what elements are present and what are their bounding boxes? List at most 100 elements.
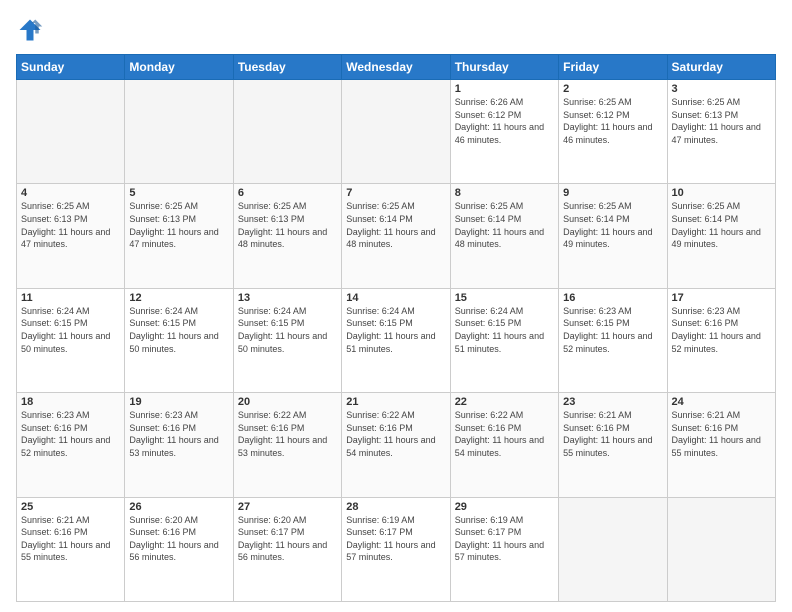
calendar-week-row: 4Sunrise: 6:25 AMSunset: 6:13 PMDaylight… — [17, 184, 776, 288]
calendar-day-header: Saturday — [667, 55, 775, 80]
day-number: 15 — [455, 292, 554, 304]
calendar-cell: 17Sunrise: 6:23 AMSunset: 6:16 PMDayligh… — [667, 288, 775, 392]
calendar-cell: 19Sunrise: 6:23 AMSunset: 6:16 PMDayligh… — [125, 393, 233, 497]
calendar-week-row: 18Sunrise: 6:23 AMSunset: 6:16 PMDayligh… — [17, 393, 776, 497]
calendar-cell — [559, 497, 667, 601]
calendar-cell: 25Sunrise: 6:21 AMSunset: 6:16 PMDayligh… — [17, 497, 125, 601]
calendar-cell: 22Sunrise: 6:22 AMSunset: 6:16 PMDayligh… — [450, 393, 558, 497]
calendar-cell: 2Sunrise: 6:25 AMSunset: 6:12 PMDaylight… — [559, 80, 667, 184]
calendar-cell: 6Sunrise: 6:25 AMSunset: 6:13 PMDaylight… — [233, 184, 341, 288]
day-info: Sunrise: 6:21 AMSunset: 6:16 PMDaylight:… — [21, 514, 120, 564]
day-info: Sunrise: 6:22 AMSunset: 6:16 PMDaylight:… — [346, 409, 445, 459]
calendar-cell — [125, 80, 233, 184]
day-info: Sunrise: 6:23 AMSunset: 6:15 PMDaylight:… — [563, 305, 662, 355]
day-number: 23 — [563, 396, 662, 408]
day-info: Sunrise: 6:23 AMSunset: 6:16 PMDaylight:… — [129, 409, 228, 459]
calendar-cell: 5Sunrise: 6:25 AMSunset: 6:13 PMDaylight… — [125, 184, 233, 288]
calendar-cell: 20Sunrise: 6:22 AMSunset: 6:16 PMDayligh… — [233, 393, 341, 497]
calendar-day-header: Sunday — [17, 55, 125, 80]
calendar-cell: 26Sunrise: 6:20 AMSunset: 6:16 PMDayligh… — [125, 497, 233, 601]
day-info: Sunrise: 6:25 AMSunset: 6:13 PMDaylight:… — [129, 200, 228, 250]
calendar-cell: 24Sunrise: 6:21 AMSunset: 6:16 PMDayligh… — [667, 393, 775, 497]
calendar-day-header: Monday — [125, 55, 233, 80]
logo-icon — [16, 16, 44, 44]
day-number: 24 — [672, 396, 771, 408]
day-info: Sunrise: 6:24 AMSunset: 6:15 PMDaylight:… — [455, 305, 554, 355]
calendar-cell: 21Sunrise: 6:22 AMSunset: 6:16 PMDayligh… — [342, 393, 450, 497]
day-info: Sunrise: 6:24 AMSunset: 6:15 PMDaylight:… — [129, 305, 228, 355]
day-info: Sunrise: 6:25 AMSunset: 6:14 PMDaylight:… — [455, 200, 554, 250]
day-number: 1 — [455, 83, 554, 95]
calendar-cell — [342, 80, 450, 184]
calendar-day-header: Tuesday — [233, 55, 341, 80]
day-number: 12 — [129, 292, 228, 304]
day-number: 11 — [21, 292, 120, 304]
day-info: Sunrise: 6:24 AMSunset: 6:15 PMDaylight:… — [21, 305, 120, 355]
day-info: Sunrise: 6:21 AMSunset: 6:16 PMDaylight:… — [672, 409, 771, 459]
calendar-table: SundayMondayTuesdayWednesdayThursdayFrid… — [16, 54, 776, 602]
day-info: Sunrise: 6:25 AMSunset: 6:14 PMDaylight:… — [672, 200, 771, 250]
calendar-cell: 23Sunrise: 6:21 AMSunset: 6:16 PMDayligh… — [559, 393, 667, 497]
calendar-cell: 11Sunrise: 6:24 AMSunset: 6:15 PMDayligh… — [17, 288, 125, 392]
day-number: 26 — [129, 501, 228, 513]
day-info: Sunrise: 6:25 AMSunset: 6:13 PMDaylight:… — [672, 96, 771, 146]
calendar-week-row: 1Sunrise: 6:26 AMSunset: 6:12 PMDaylight… — [17, 80, 776, 184]
day-number: 21 — [346, 396, 445, 408]
day-number: 17 — [672, 292, 771, 304]
day-number: 2 — [563, 83, 662, 95]
day-number: 22 — [455, 396, 554, 408]
calendar-cell: 7Sunrise: 6:25 AMSunset: 6:14 PMDaylight… — [342, 184, 450, 288]
day-number: 3 — [672, 83, 771, 95]
calendar-day-header: Wednesday — [342, 55, 450, 80]
calendar-day-header: Thursday — [450, 55, 558, 80]
day-info: Sunrise: 6:23 AMSunset: 6:16 PMDaylight:… — [21, 409, 120, 459]
calendar-cell: 9Sunrise: 6:25 AMSunset: 6:14 PMDaylight… — [559, 184, 667, 288]
calendar-cell: 14Sunrise: 6:24 AMSunset: 6:15 PMDayligh… — [342, 288, 450, 392]
calendar-cell: 8Sunrise: 6:25 AMSunset: 6:14 PMDaylight… — [450, 184, 558, 288]
calendar-week-row: 11Sunrise: 6:24 AMSunset: 6:15 PMDayligh… — [17, 288, 776, 392]
calendar-header-row: SundayMondayTuesdayWednesdayThursdayFrid… — [17, 55, 776, 80]
day-number: 27 — [238, 501, 337, 513]
day-number: 13 — [238, 292, 337, 304]
calendar-cell: 28Sunrise: 6:19 AMSunset: 6:17 PMDayligh… — [342, 497, 450, 601]
calendar-cell: 27Sunrise: 6:20 AMSunset: 6:17 PMDayligh… — [233, 497, 341, 601]
calendar-cell: 15Sunrise: 6:24 AMSunset: 6:15 PMDayligh… — [450, 288, 558, 392]
calendar-cell — [233, 80, 341, 184]
day-number: 6 — [238, 187, 337, 199]
day-number: 16 — [563, 292, 662, 304]
calendar-cell — [17, 80, 125, 184]
day-info: Sunrise: 6:22 AMSunset: 6:16 PMDaylight:… — [238, 409, 337, 459]
day-info: Sunrise: 6:19 AMSunset: 6:17 PMDaylight:… — [455, 514, 554, 564]
day-info: Sunrise: 6:25 AMSunset: 6:12 PMDaylight:… — [563, 96, 662, 146]
day-number: 20 — [238, 396, 337, 408]
day-info: Sunrise: 6:19 AMSunset: 6:17 PMDaylight:… — [346, 514, 445, 564]
day-number: 18 — [21, 396, 120, 408]
day-number: 25 — [21, 501, 120, 513]
calendar-cell: 12Sunrise: 6:24 AMSunset: 6:15 PMDayligh… — [125, 288, 233, 392]
day-number: 28 — [346, 501, 445, 513]
day-info: Sunrise: 6:25 AMSunset: 6:14 PMDaylight:… — [563, 200, 662, 250]
day-number: 7 — [346, 187, 445, 199]
day-info: Sunrise: 6:24 AMSunset: 6:15 PMDaylight:… — [346, 305, 445, 355]
day-info: Sunrise: 6:24 AMSunset: 6:15 PMDaylight:… — [238, 305, 337, 355]
logo — [16, 16, 48, 44]
day-number: 5 — [129, 187, 228, 199]
day-info: Sunrise: 6:20 AMSunset: 6:17 PMDaylight:… — [238, 514, 337, 564]
day-number: 14 — [346, 292, 445, 304]
day-number: 8 — [455, 187, 554, 199]
calendar-cell: 3Sunrise: 6:25 AMSunset: 6:13 PMDaylight… — [667, 80, 775, 184]
day-info: Sunrise: 6:26 AMSunset: 6:12 PMDaylight:… — [455, 96, 554, 146]
day-number: 10 — [672, 187, 771, 199]
calendar-week-row: 25Sunrise: 6:21 AMSunset: 6:16 PMDayligh… — [17, 497, 776, 601]
day-number: 9 — [563, 187, 662, 199]
calendar-cell: 16Sunrise: 6:23 AMSunset: 6:15 PMDayligh… — [559, 288, 667, 392]
calendar-cell: 10Sunrise: 6:25 AMSunset: 6:14 PMDayligh… — [667, 184, 775, 288]
day-number: 29 — [455, 501, 554, 513]
calendar-day-header: Friday — [559, 55, 667, 80]
calendar-cell: 4Sunrise: 6:25 AMSunset: 6:13 PMDaylight… — [17, 184, 125, 288]
header — [16, 16, 776, 44]
day-info: Sunrise: 6:25 AMSunset: 6:13 PMDaylight:… — [21, 200, 120, 250]
day-info: Sunrise: 6:25 AMSunset: 6:13 PMDaylight:… — [238, 200, 337, 250]
day-number: 19 — [129, 396, 228, 408]
day-info: Sunrise: 6:21 AMSunset: 6:16 PMDaylight:… — [563, 409, 662, 459]
